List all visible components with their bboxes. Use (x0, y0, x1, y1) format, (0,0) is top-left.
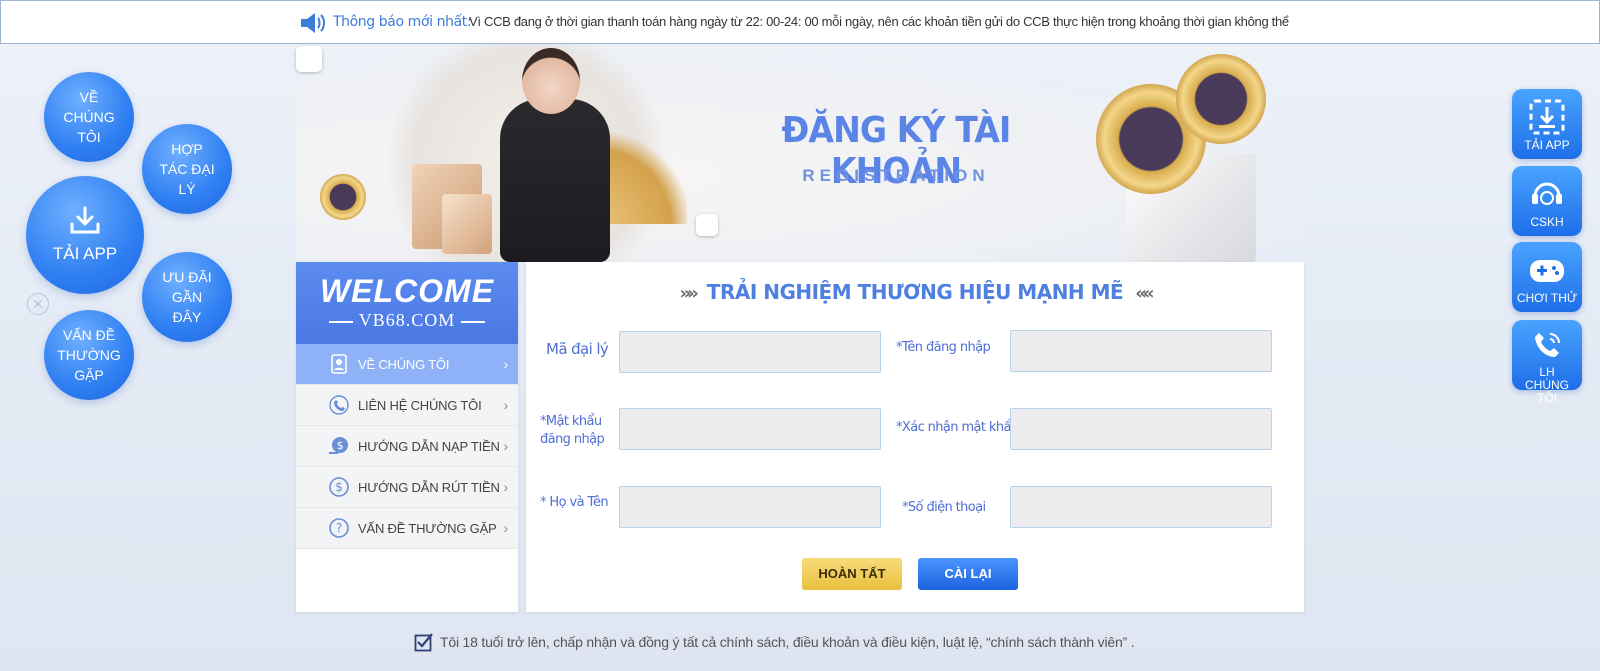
notice-label: Thông báo mới nhất: (333, 14, 472, 30)
submit-button[interactable]: HOÀN TẤT (802, 558, 902, 590)
model-photo (382, 44, 687, 262)
promotions-bubble[interactable]: ƯU ĐÃI GẦN ĐÂY (142, 252, 232, 342)
customer-support-button[interactable]: CSKH (1512, 166, 1582, 236)
money-hand-icon: $ (329, 437, 348, 454)
agreement-text: Tôi 18 tuổi trở lên, chấp nhận và đồng ý… (440, 634, 1135, 650)
dice-decoration (296, 46, 322, 72)
double-chevron-right-icon: »» (679, 283, 699, 304)
confirm-password-input[interactable] (1010, 408, 1272, 450)
menu-item-deposit-guide[interactable]: $ HƯỚNG DẪN NẠP TIỀN › (296, 426, 518, 467)
menu-item-faq[interactable]: ? VẤN ĐỀ THƯỜNG GẶP › (296, 508, 518, 549)
info-menu: WELCOME VB68.COM VỀ CHÚNG TÔI › LIÊN HỆ … (296, 262, 518, 612)
password-input[interactable] (619, 408, 881, 450)
contact-us-button[interactable]: LH CHÚNG TÔI (1512, 320, 1582, 405)
reset-button[interactable]: CÀI LẠI (918, 558, 1018, 590)
chevron-right-icon: › (503, 356, 509, 372)
full-name-input[interactable] (619, 486, 881, 528)
registration-form: »» TRẢI NGHIỆM THƯƠNG HIỆU MẠNH MẼ «« Mã đ… (526, 262, 1304, 612)
faq-bubble[interactable]: VẤN ĐỀ THƯỜNG GẶP (44, 310, 134, 400)
form-title: »» TRẢI NGHIỆM THƯƠNG HIỆU MẠNH MẼ «« (679, 280, 1155, 304)
dice-decoration (696, 214, 718, 236)
chevron-right-icon: › (503, 397, 509, 413)
dollar-coin-icon: $ (329, 477, 349, 497)
welcome-header: WELCOME VB68.COM (296, 262, 518, 344)
casino-chip-decoration (320, 174, 366, 220)
agreement-row: Tôi 18 tuổi trở lên, chấp nhận và đồng ý… (414, 632, 1135, 652)
checkbox-checked-icon[interactable] (414, 632, 434, 652)
double-chevron-left-icon: «« (1135, 283, 1154, 304)
gamepad-icon (1530, 260, 1564, 282)
phone-input[interactable] (1010, 486, 1272, 528)
headset-icon (1532, 182, 1562, 205)
download-icon (70, 206, 100, 234)
site-name: VB68.COM (296, 310, 518, 331)
id-card-icon (331, 354, 347, 374)
try-play-button[interactable]: CHƠI THỬ (1512, 242, 1582, 312)
menu-item-contact-us[interactable]: LIÊN HỆ CHÚNG TÔI › (296, 385, 518, 426)
username-label: *Tên đăng nhập (896, 340, 991, 355)
speaker-icon (301, 13, 325, 33)
banner-subtitle: REGISTRATION (802, 166, 990, 185)
chevron-right-icon: › (503, 520, 509, 536)
close-icon[interactable]: ✕ (27, 293, 49, 315)
about-us-bubble[interactable]: VỀ CHÚNG TÔI (44, 72, 134, 162)
phone-icon (329, 395, 349, 415)
welcome-title: WELCOME (319, 273, 495, 309)
registration-banner: ĐĂNG KÝ TÀI KHOẢN REGISTRATION (296, 44, 1306, 262)
agent-code-label: Mã đại lý (546, 340, 609, 358)
agency-bubble[interactable]: HỢP TÁC ĐẠI LÝ (142, 124, 232, 214)
notice-bar: Thông báo mới nhất: Vì CCB đang ở thời g… (0, 0, 1600, 44)
svg-text:?: ? (336, 521, 342, 535)
password-label: *Mật khẩu đăng nhập (540, 414, 605, 447)
notice-marquee-text[interactable]: Vì CCB đang ở thời gian thanh toán hàng … (469, 14, 1299, 29)
casino-chip-decoration (1176, 54, 1266, 144)
chevron-right-icon: › (503, 479, 509, 495)
phone-label: *Số điện thoại (902, 500, 986, 515)
menu-item-withdraw-guide[interactable]: $ HƯỚNG DẪN RÚT TIỀN › (296, 467, 518, 508)
question-icon: ? (329, 518, 349, 538)
full-name-label: * Họ và Tên (540, 495, 609, 510)
chevron-right-icon: › (503, 438, 509, 454)
username-input[interactable] (1010, 330, 1272, 372)
download-app-bubble[interactable]: TẢI APP (26, 176, 144, 294)
menu-item-about-us[interactable]: VỀ CHÚNG TÔI › (296, 344, 518, 385)
download-app-button[interactable]: TẢI APP (1512, 89, 1582, 159)
confirm-password-label: *Xác nhận mật khẩu (896, 420, 1019, 435)
phone-icon (1535, 333, 1560, 357)
svg-text:$: $ (335, 480, 342, 494)
download-icon (1529, 99, 1565, 135)
agent-code-input[interactable] (619, 331, 881, 373)
svg-text:$: $ (337, 439, 344, 452)
